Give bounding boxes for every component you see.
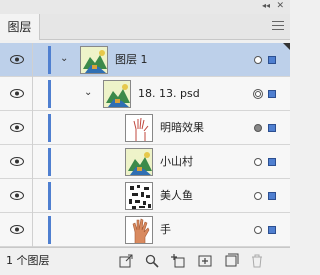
layer-row[interactable]: 小山村 [0,145,290,179]
divider [32,111,33,145]
layer-color-bar [48,148,51,176]
eye-icon[interactable] [10,55,24,64]
mountain-village-icon [104,81,130,107]
layer-thumbnail [125,114,153,142]
eye-icon[interactable] [10,191,24,200]
layer-color-bar [48,216,51,244]
layer-thumbnail [125,216,153,244]
eye-icon[interactable] [10,89,24,98]
panel-tabbar: 图层 [0,14,290,40]
layer-row[interactable]: ⌄ 图层 1 [0,43,290,77]
target-filled-circle-icon[interactable] [254,124,262,132]
make-clipping-mask-icon[interactable] [170,253,186,269]
eye-icon[interactable] [10,157,24,166]
layer-thumbnail [125,148,153,176]
layer-color-bar [48,182,51,210]
layer-thumbnail [125,182,153,210]
mountain-village-icon [126,149,152,175]
selection-square-icon[interactable] [268,90,276,98]
selection-square-icon[interactable] [268,192,276,200]
search-icon[interactable] [144,253,160,269]
hand-color-icon [126,217,152,243]
layer-count: 1 个图层 [6,254,50,267]
layer-row[interactable]: 手 [0,213,290,247]
eye-icon[interactable] [10,123,24,132]
layer-color-bar [48,80,51,108]
panel-titlebar: ◂◂ ✕ [0,0,290,14]
selected-corner-icon [283,43,290,50]
target-double-circle-icon[interactable] [253,89,263,99]
selection-square-icon[interactable] [268,56,276,64]
layer-row[interactable]: 明暗效果 [0,111,290,145]
layer-name[interactable]: 图层 1 [115,43,148,77]
collapse-panel-icon[interactable]: ◂◂ [262,0,270,12]
export-icon[interactable] [118,253,134,269]
divider [32,145,33,179]
panel-footer: 1 个图层 [0,247,290,275]
hand-sketch-icon [126,115,152,141]
layer-name[interactable]: 明暗效果 [160,111,204,145]
divider [32,179,33,213]
target-circle-icon[interactable] [254,158,262,166]
target-circle-icon[interactable] [254,226,262,234]
chevron-down-icon[interactable]: ⌄ [60,53,68,64]
layer-color-bar [48,46,51,74]
divider [32,43,33,77]
divider [32,77,33,111]
layer-row[interactable]: 美人鱼 [0,179,290,213]
mountain-village-icon [81,47,107,73]
delete-icon[interactable] [249,253,265,269]
chevron-down-icon[interactable]: ⌄ [84,87,92,98]
tab-layers[interactable]: 图层 [0,14,40,40]
new-layer-icon[interactable] [223,253,239,269]
panel-menu-icon[interactable] [272,21,284,31]
eye-icon[interactable] [10,225,24,234]
selection-square-icon[interactable] [268,226,276,234]
layer-thumbnail [103,80,131,108]
target-circle-icon[interactable] [254,192,262,200]
new-sublayer-icon[interactable] [197,253,213,269]
layer-row[interactable]: ⌄ 18. 13. psd [0,77,290,111]
mermaid-pattern-icon [126,183,152,209]
layer-color-bar [48,114,51,142]
selection-square-icon[interactable] [268,158,276,166]
layer-name[interactable]: 手 [160,213,171,247]
layers-list: ⌄ 图层 1 ⌄ 18. 13. psd 明暗效果 小山村 美人鱼 手 [0,43,290,247]
close-panel-icon[interactable]: ✕ [276,0,284,12]
layer-name[interactable]: 小山村 [160,145,193,179]
divider [32,213,33,247]
selection-square-icon[interactable] [268,124,276,132]
target-circle-icon[interactable] [254,56,262,64]
layer-thumbnail [80,46,108,74]
layer-name[interactable]: 美人鱼 [160,179,193,213]
layer-name[interactable]: 18. 13. psd [138,77,200,111]
